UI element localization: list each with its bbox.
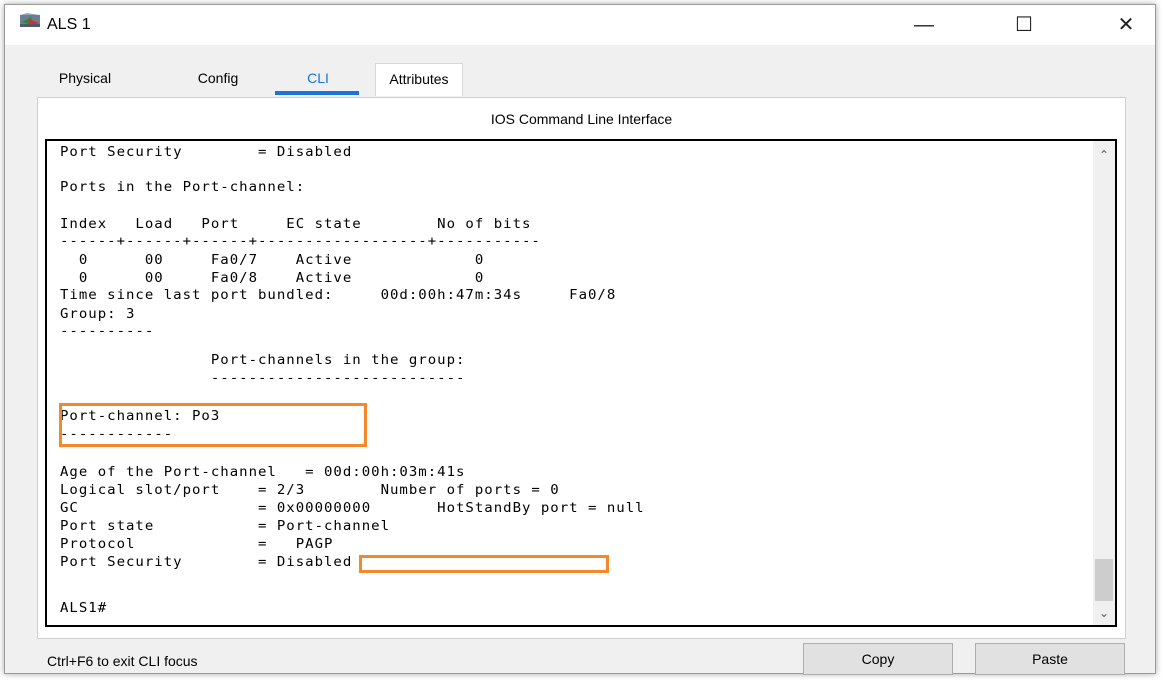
- close-button[interactable]: ✕: [1099, 5, 1153, 45]
- active-tab-indicator: [275, 91, 359, 95]
- terminal-line: Group: 3: [60, 307, 136, 322]
- terminal-line: ---------------------------: [60, 371, 466, 386]
- title-bar: ALS 1 — ☐ ✕: [5, 5, 1155, 45]
- maximize-button[interactable]: ☐: [997, 5, 1051, 45]
- panel-title: IOS Command Line Interface: [490, 111, 673, 127]
- terminal-line: Time since last port bundled: 00d:00h:47…: [60, 288, 617, 303]
- tab-attributes[interactable]: Attributes: [375, 63, 463, 96]
- terminal-prompt: ALS1#: [60, 601, 108, 616]
- terminal-line: Port Security = Disabled: [60, 555, 353, 570]
- cli-focus-hint: Ctrl+F6 to exit CLI focus: [47, 653, 198, 669]
- router-device-icon: [19, 13, 41, 33]
- terminal-line: Logical slot/port = 2/3 Number of ports …: [60, 483, 560, 498]
- terminal-line: Protocol = PAGP: [60, 537, 334, 552]
- terminal-line: Ports in the Port-channel:: [60, 180, 306, 195]
- highlight-port-channel-box: [59, 403, 367, 447]
- cli-panel: IOS Command Line Interface Port Security…: [37, 97, 1126, 639]
- terminal-line: 0 00 Fa0/7 Active 0: [60, 253, 485, 268]
- scroll-down-icon[interactable]: ⌄: [1093, 603, 1115, 623]
- cli-terminal[interactable]: Port Security = Disabled Ports in the Po…: [45, 139, 1117, 627]
- tab-config[interactable]: Config: [183, 63, 253, 95]
- terminal-scrollbar[interactable]: ⌃ ⌄: [1093, 141, 1115, 625]
- terminal-line: Port-channels in the group:: [60, 353, 466, 368]
- device-window: ALS 1 — ☐ ✕ Physical Config CLI Attribut…: [4, 4, 1156, 675]
- terminal-line: GC = 0x00000000 HotStandBy port = null: [60, 501, 645, 516]
- terminal-line: Port Security = Disabled: [60, 145, 353, 160]
- terminal-line: Index Load Port EC state No of bits: [60, 217, 532, 232]
- minimize-button[interactable]: —: [897, 5, 951, 45]
- terminal-line: ------+------+------+------------------+…: [60, 234, 541, 249]
- window-title: ALS 1: [47, 16, 91, 33]
- terminal-line: Port state = Port-channel: [60, 519, 391, 534]
- tab-physical[interactable]: Physical: [45, 63, 125, 95]
- paste-button[interactable]: Paste: [975, 643, 1125, 675]
- copy-button[interactable]: Copy: [803, 643, 953, 675]
- terminal-line: 0 00 Fa0/8 Active 0: [60, 271, 485, 286]
- terminal-line: Age of the Port-channel = 00d:00h:03m:41…: [60, 465, 466, 480]
- scroll-up-icon[interactable]: ⌃: [1093, 145, 1115, 165]
- highlight-protocol-box: [359, 555, 609, 573]
- terminal-line: ----------: [60, 324, 155, 339]
- scroll-thumb[interactable]: [1095, 559, 1113, 601]
